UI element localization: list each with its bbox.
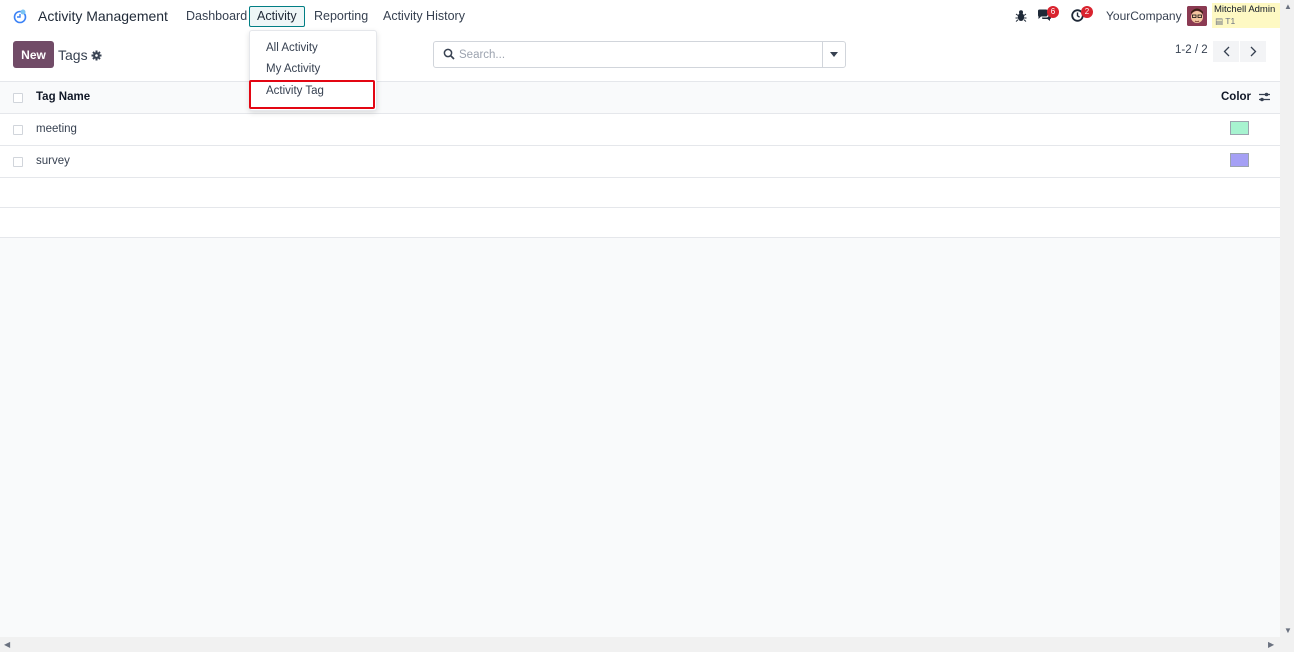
- gear-icon[interactable]: [91, 50, 102, 61]
- tag-name-cell[interactable]: survey: [36, 155, 70, 167]
- column-header-color[interactable]: Color: [1221, 91, 1251, 103]
- dropdown-item-all-activity[interactable]: All Activity: [266, 42, 318, 54]
- list-end-divider: [0, 237, 1280, 238]
- top-navbar: Activity Management Dashboard Activity R…: [0, 0, 1280, 32]
- search-icon: [443, 48, 455, 60]
- user-menu[interactable]: Mitchell Admin ▤ T1: [1212, 3, 1280, 28]
- caret-down-icon: [830, 52, 838, 57]
- menu-activity[interactable]: Activity: [249, 6, 305, 27]
- pager-previous-button[interactable]: [1213, 41, 1239, 62]
- chevron-left-icon: [1223, 46, 1229, 57]
- database-icon: ▤: [1215, 16, 1224, 26]
- horizontal-scrollbar[interactable]: ◀ ▶: [0, 637, 1294, 652]
- new-button[interactable]: New: [13, 41, 54, 68]
- app-logo-icon[interactable]: [12, 8, 28, 24]
- company-switcher[interactable]: YourCompany: [1106, 9, 1182, 23]
- search-options-toggle[interactable]: [822, 42, 845, 67]
- debug-bug-icon[interactable]: [1015, 9, 1027, 22]
- breadcrumb: Tags: [58, 47, 102, 63]
- search-bar: [433, 41, 846, 68]
- chevron-right-icon: [1250, 46, 1256, 57]
- table-row[interactable]: meeting: [0, 113, 1280, 145]
- user-avatar[interactable]: [1187, 6, 1207, 26]
- row-checkbox[interactable]: [13, 125, 23, 135]
- menu-dashboard[interactable]: Dashboard: [178, 6, 255, 27]
- row-checkbox[interactable]: [13, 157, 23, 167]
- color-swatch[interactable]: [1230, 121, 1249, 135]
- page-title: Tags: [58, 47, 88, 63]
- tag-name-cell[interactable]: meeting: [36, 123, 77, 135]
- menu-reporting[interactable]: Reporting: [306, 6, 376, 27]
- highlight-box: [249, 80, 375, 109]
- list-header: Tag Name Color: [0, 81, 1280, 113]
- pager-next-button[interactable]: [1240, 41, 1266, 62]
- color-swatch[interactable]: [1230, 153, 1249, 167]
- menu-activity-history[interactable]: Activity History: [375, 6, 473, 27]
- vertical-scrollbar[interactable]: ▲ ▼: [1280, 0, 1294, 637]
- search-input[interactable]: [459, 46, 819, 63]
- scroll-down-arrow-icon[interactable]: ▼: [1284, 626, 1292, 635]
- page: Activity Management Dashboard Activity R…: [0, 0, 1294, 652]
- optional-columns-sliders-icon[interactable]: [1258, 91, 1271, 103]
- table-row[interactable]: survey: [0, 145, 1280, 177]
- tags-list: Tag Name Color meeting survey: [0, 81, 1280, 238]
- empty-row: [0, 177, 1280, 207]
- pager-value[interactable]: 1-2 / 2: [1175, 44, 1208, 56]
- control-panel: New Tags 1-2 / 2: [0, 32, 1280, 82]
- app-title[interactable]: Activity Management: [38, 8, 168, 24]
- list-footer: [0, 207, 1280, 237]
- select-all-checkbox[interactable]: [13, 93, 23, 103]
- dropdown-item-my-activity[interactable]: My Activity: [266, 63, 320, 75]
- scroll-left-arrow-icon[interactable]: ◀: [4, 640, 10, 649]
- scroll-right-arrow-icon[interactable]: ▶: [1268, 640, 1274, 649]
- database-name: T1: [1225, 16, 1236, 26]
- column-header-tag-name[interactable]: Tag Name: [36, 91, 90, 103]
- user-name: Mitchell Admin: [1214, 4, 1276, 15]
- scroll-up-arrow-icon[interactable]: ▲: [1284, 2, 1292, 11]
- messages-badge: 6: [1047, 6, 1059, 18]
- database-label: ▤ T1: [1215, 16, 1235, 27]
- activities-badge: 2: [1081, 6, 1093, 18]
- user-avatar-image-icon: [1187, 6, 1207, 26]
